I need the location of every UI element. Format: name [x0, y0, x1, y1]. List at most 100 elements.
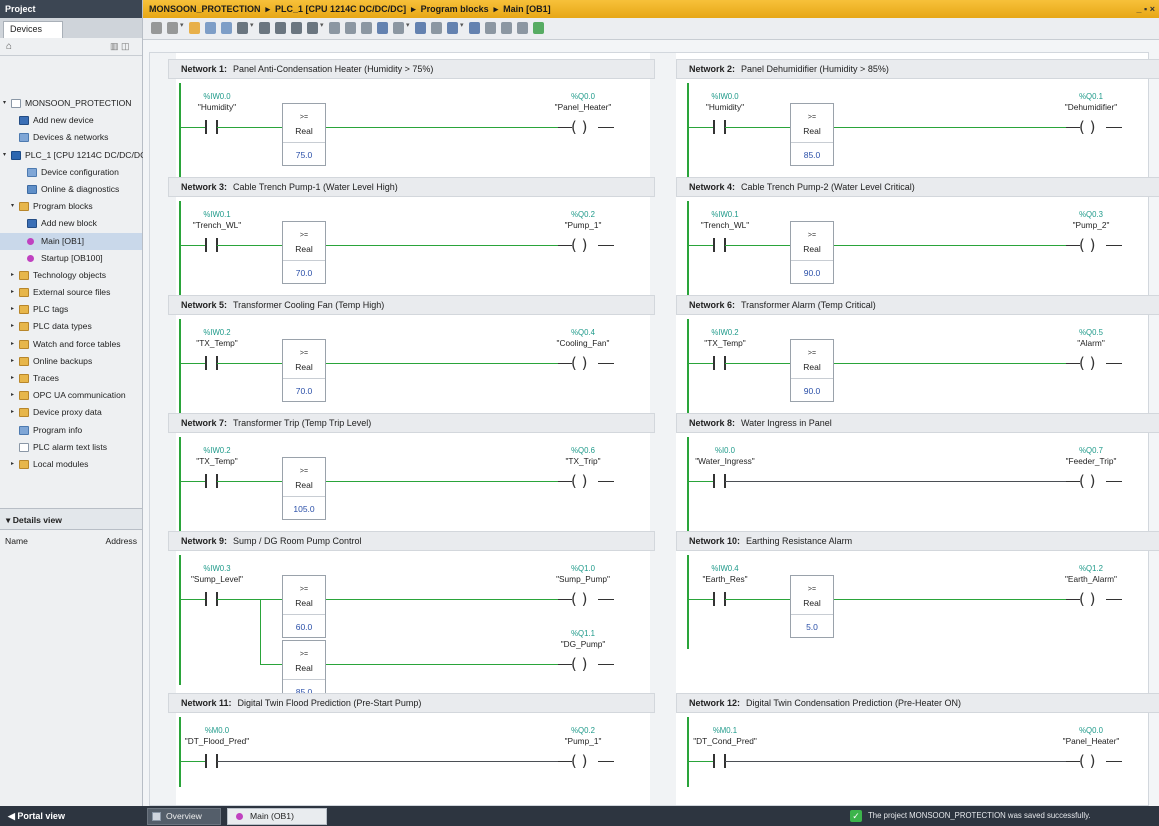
details-col-address[interactable]: Address	[105, 536, 137, 546]
chevron-right-icon[interactable]: ▸	[11, 284, 14, 301]
window-controls[interactable]: _ ▪ ×	[1137, 0, 1155, 18]
connection-icon[interactable]	[291, 22, 302, 34]
download-icon[interactable]	[533, 22, 544, 34]
contact-left-icon[interactable]	[205, 592, 207, 606]
coil-icon[interactable]: ( )	[571, 474, 587, 489]
tree-item-device-proxy-data[interactable]: ▸ Device proxy data	[0, 404, 142, 421]
compare-block[interactable]: >= Real 90.0	[790, 339, 834, 402]
tree-item-plc-data-types[interactable]: ▸ PLC data types	[0, 318, 142, 335]
open-icon[interactable]	[151, 22, 162, 34]
absolute-icon[interactable]	[485, 22, 496, 34]
counter-icon[interactable]	[393, 22, 404, 34]
details-view-header[interactable]: ▾ Details view	[0, 508, 142, 530]
insert-box-icon[interactable]	[237, 22, 248, 34]
tree-item-online-backups[interactable]: ▸ Online backups	[0, 353, 142, 370]
compare-block[interactable]: >= Real 75.0	[282, 103, 326, 166]
network-header[interactable]: Network 9: Sump / DG Room Pump Control	[168, 531, 655, 551]
contact-left-icon[interactable]	[205, 356, 207, 370]
tree-item-main-ob1[interactable]: Main [OB1]	[0, 232, 142, 250]
network-header[interactable]: Network 7: Transformer Trip (Temp Trip Le…	[168, 413, 655, 433]
tree-item-external-source-files[interactable]: ▸ External source files	[0, 284, 142, 301]
monitor-icon[interactable]	[447, 22, 458, 34]
coil-icon[interactable]: ( )	[571, 754, 587, 769]
tree-item-plc-alarm-text-lists[interactable]: PLC alarm text lists	[0, 439, 142, 456]
portal-view-button[interactable]: ◀ Portal view	[0, 806, 143, 826]
move-icon[interactable]	[329, 22, 340, 34]
home-icon[interactable]: ⌂	[6, 41, 12, 52]
tree-item-devices-networks[interactable]: Devices & networks	[0, 129, 142, 146]
compare-block[interactable]: >= Real 90.0	[790, 221, 834, 284]
dropdown-icon[interactable]: ▾	[320, 21, 324, 29]
insert-contact-icon[interactable]	[189, 22, 200, 34]
compare-block[interactable]: >= Real 105.0	[282, 457, 326, 520]
coil-icon[interactable]: ( )	[571, 356, 587, 371]
coil-icon[interactable]: ( )	[571, 120, 587, 135]
contact-left-icon[interactable]	[205, 120, 207, 134]
chevron-down-icon[interactable]: ▾	[3, 147, 6, 164]
dropdown-icon[interactable]: ▾	[406, 21, 410, 29]
tree-item-add-new-block[interactable]: Add new block	[0, 215, 142, 232]
jump-icon[interactable]	[345, 22, 356, 34]
compare-block[interactable]: >= Real 85.0	[790, 103, 834, 166]
coil-icon[interactable]: ( )	[1079, 592, 1095, 607]
dropdown-icon[interactable]: ▾	[180, 21, 184, 29]
convert-icon[interactable]	[431, 22, 442, 34]
network-header[interactable]: Network 4: Cable Trench Pump-2 (Water Lev…	[676, 177, 1159, 197]
tree-item-plc-tags[interactable]: ▸ PLC tags	[0, 301, 142, 318]
contact-left-icon[interactable]	[713, 474, 715, 488]
chevron-right-icon[interactable]: ▸	[11, 387, 14, 404]
coil-icon[interactable]: ( )	[1079, 238, 1095, 253]
force-icon[interactable]	[469, 22, 480, 34]
tab-overview[interactable]: Overview	[147, 808, 221, 825]
math-icon[interactable]	[415, 22, 426, 34]
contact-left-icon[interactable]	[205, 474, 207, 488]
compare-icon[interactable]	[307, 22, 318, 34]
breadcrumb-project[interactable]: MONSOON_PROTECTION	[149, 4, 261, 14]
tree-item-startup-ob100[interactable]: Startup [OB100]	[0, 250, 142, 267]
insert-coil-icon[interactable]	[221, 22, 232, 34]
return-icon[interactable]	[361, 22, 372, 34]
coil-icon[interactable]: ( )	[1079, 754, 1095, 769]
open-branch-icon[interactable]	[259, 22, 270, 34]
breadcrumb-plc[interactable]: PLC_1 [CPU 1214C DC/DC/DC]	[275, 4, 406, 14]
compare-block[interactable]: >= Real 70.0	[282, 221, 326, 284]
contact-left-icon[interactable]	[713, 592, 715, 606]
network-header[interactable]: Network 6: Transformer Alarm (Temp Critic…	[676, 295, 1159, 315]
tree-item-program-info[interactable]: Program info	[0, 422, 142, 439]
compare-block[interactable]: >= Real 60.0	[282, 575, 326, 638]
network-icon[interactable]	[167, 22, 178, 34]
contact-left-icon[interactable]	[205, 754, 207, 768]
compare-block[interactable]: >= Real 70.0	[282, 339, 326, 402]
network-header[interactable]: Network 10: Earthing Resistance Alarm	[676, 531, 1159, 551]
chevron-right-icon[interactable]: ▸	[11, 301, 14, 318]
coil-icon[interactable]: ( )	[571, 657, 587, 672]
breadcrumb-program-blocks[interactable]: Program blocks	[421, 4, 489, 14]
tree-item-opc-ua[interactable]: ▸ OPC UA communication	[0, 387, 142, 404]
chevron-down-icon[interactable]: ▾	[11, 198, 14, 215]
chevron-right-icon[interactable]: ▸	[11, 353, 14, 370]
tree-item-traces[interactable]: ▸ Traces	[0, 370, 142, 387]
tree-item-device-configuration[interactable]: Device configuration	[0, 164, 142, 181]
coil-icon[interactable]: ( )	[1079, 474, 1095, 489]
network-header[interactable]: Network 8: Water Ingress in Panel	[676, 413, 1159, 433]
view-toggle-icon[interactable]: ▥ ◫	[110, 41, 130, 52]
network-header[interactable]: Network 2: Panel Dehumidifier (Humidity >…	[676, 59, 1159, 79]
tree-item-watch-force-tables[interactable]: ▸ Watch and force tables	[0, 336, 142, 353]
contact-left-icon[interactable]	[713, 238, 715, 252]
network-header[interactable]: Network 11: Digital Twin Flood Prediction…	[168, 693, 655, 713]
contact-left-icon[interactable]	[713, 120, 715, 134]
tree-item-local-modules[interactable]: ▸ Local modules	[0, 456, 142, 473]
network-header[interactable]: Network 1: Panel Anti-Condensation Heater…	[168, 59, 655, 79]
contact-left-icon[interactable]	[713, 356, 715, 370]
comment-icon[interactable]	[517, 22, 528, 34]
chevron-right-icon[interactable]: ▸	[11, 404, 14, 421]
tree-item-online-diagnostics[interactable]: Online & diagnostics	[0, 181, 142, 198]
tree-item-project[interactable]: ▾ MONSOON_PROTECTION	[0, 95, 142, 112]
breadcrumb-main[interactable]: Main [OB1]	[503, 4, 551, 14]
close-branch-icon[interactable]	[275, 22, 286, 34]
timer-icon[interactable]	[377, 22, 388, 34]
dropdown-icon[interactable]: ▾	[460, 21, 464, 29]
details-col-name[interactable]: Name	[5, 536, 28, 546]
chevron-right-icon[interactable]: ▸	[11, 318, 14, 335]
chevron-right-icon[interactable]: ▸	[11, 336, 14, 353]
